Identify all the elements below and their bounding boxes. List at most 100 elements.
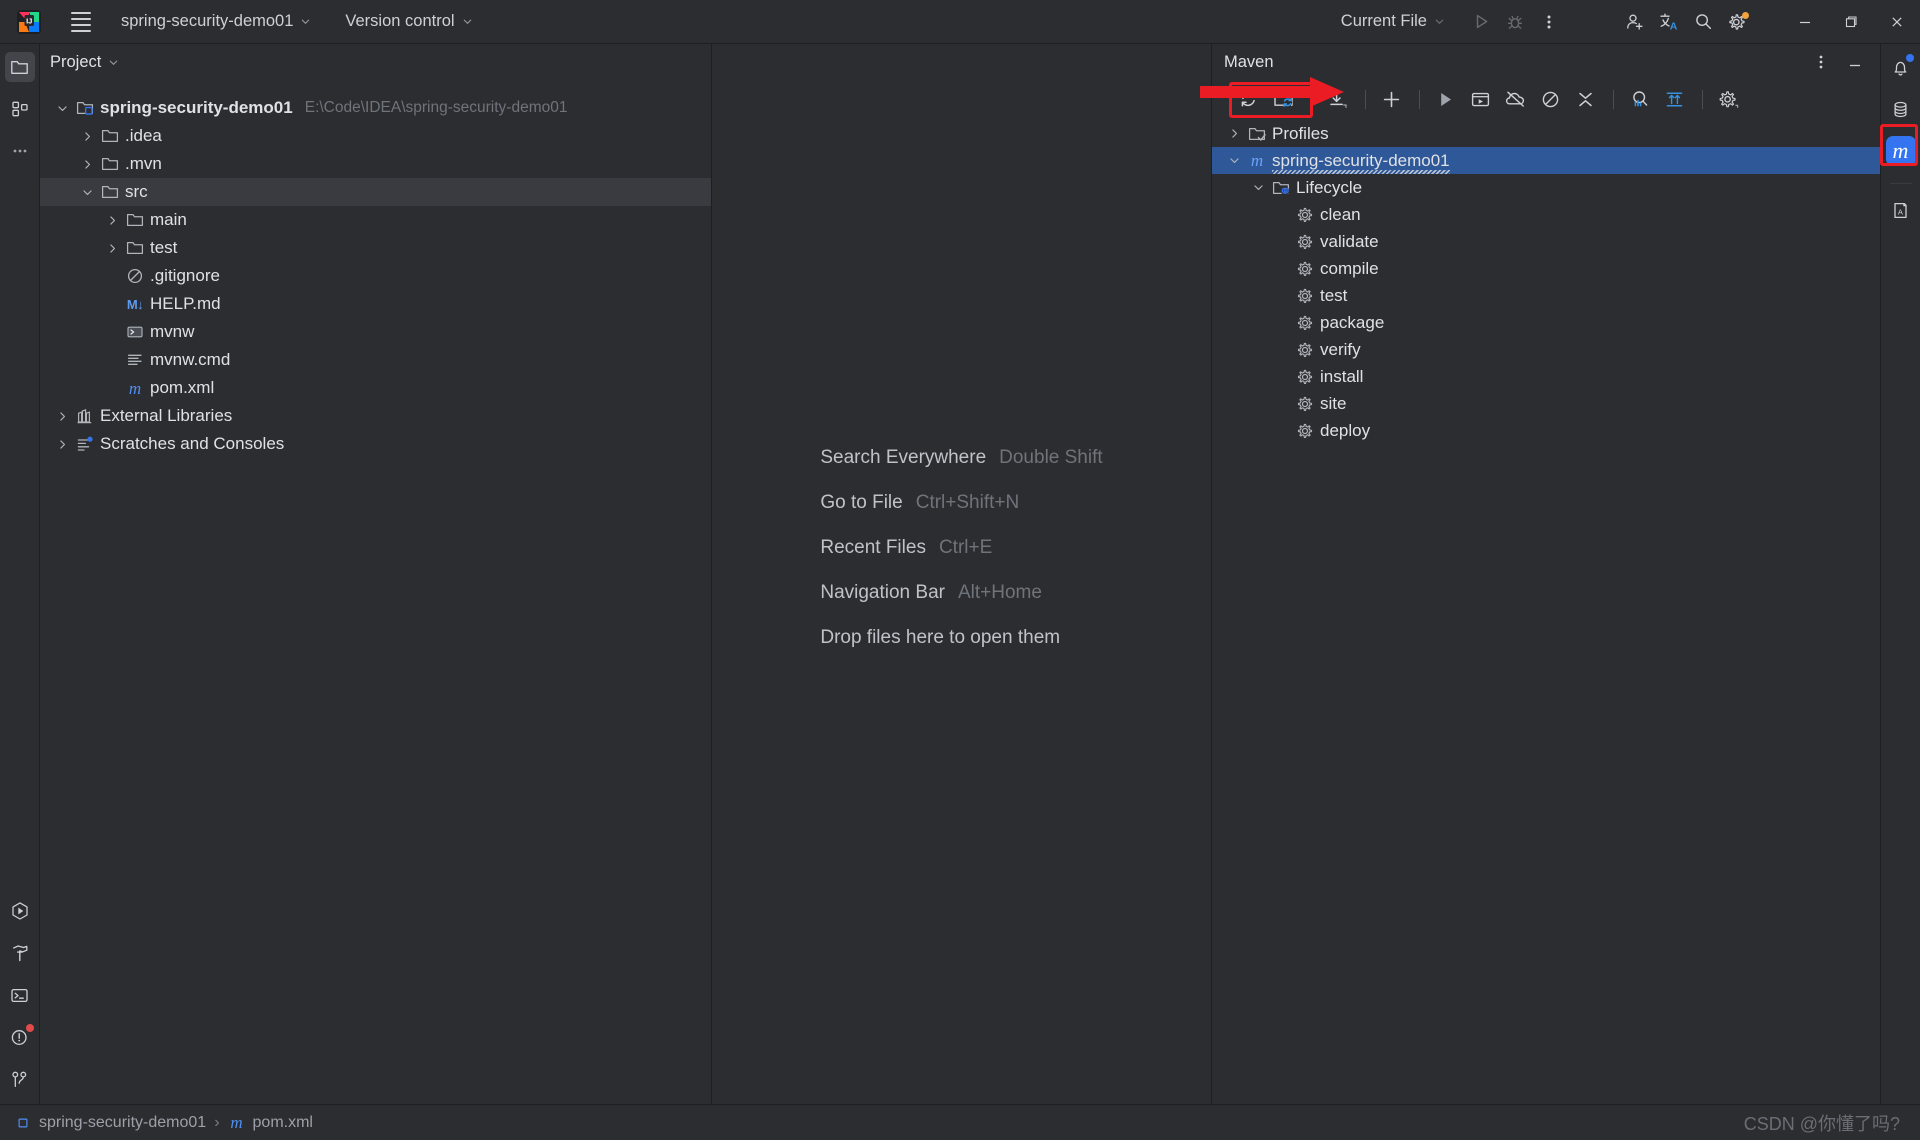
run-maven-build-icon[interactable]: [1429, 84, 1461, 114]
tree-expand-arrow[interactable]: [104, 212, 120, 228]
tree-expand-arrow[interactable]: [1250, 180, 1266, 196]
add-user-icon[interactable]: [1618, 7, 1652, 37]
project-tree-row[interactable]: External Libraries: [40, 402, 711, 430]
tree-expand-arrow[interactable]: [79, 156, 95, 172]
build-tool-icon[interactable]: [5, 938, 35, 968]
main-area: Project spring-security-demo01 E:\Code\ID…: [0, 44, 1920, 1104]
minimize-button[interactable]: [1782, 0, 1828, 44]
git-tool-icon[interactable]: [5, 1064, 35, 1094]
project-panel-title-button[interactable]: Project: [50, 53, 119, 72]
project-tree-row[interactable]: spring-security-demo01 E:\Code\IDEA\sprin…: [40, 94, 711, 122]
debug-icon[interactable]: [1498, 7, 1532, 37]
breadcrumb[interactable]: spring-security-demo01 › m pom.xml: [14, 1114, 313, 1132]
project-tree-row-label: HELP.md: [150, 294, 221, 313]
project-tool-icon[interactable]: [4, 52, 35, 82]
expand-dependencies-icon[interactable]: [1658, 84, 1690, 114]
close-button[interactable]: [1874, 0, 1920, 44]
tree-expand-arrow[interactable]: [54, 100, 70, 116]
structure-tool-icon[interactable]: [5, 94, 35, 124]
terminal-tool-icon[interactable]: [5, 980, 35, 1010]
project-tree-row-label: Scratches and Consoles: [100, 434, 285, 453]
title-bar: IJ spring-security-demo01 Version contro…: [0, 0, 1920, 44]
execute-maven-goal-icon[interactable]: [1464, 84, 1496, 114]
dictionary-icon[interactable]: A: [1886, 195, 1916, 225]
left-tool-stripe: [0, 44, 40, 1104]
maven-tree-row[interactable]: Profiles: [1212, 120, 1880, 147]
project-tree-row-label: spring-security-demo01: [100, 98, 293, 117]
toggle-offline-mode-icon[interactable]: [1499, 84, 1531, 114]
more-vertical-icon[interactable]: [1532, 7, 1566, 37]
maven-icon[interactable]: m: [1885, 136, 1916, 166]
maven-tree-row[interactable]: site: [1212, 390, 1880, 417]
reload-all-maven-projects-icon[interactable]: [1232, 84, 1264, 114]
tree-expand-arrow[interactable]: [54, 436, 70, 452]
maven-toolbar: [1212, 80, 1880, 118]
tree-expand-arrow[interactable]: [104, 240, 120, 256]
editor-hint-shortcut: Ctrl+E: [938, 536, 993, 558]
run-tool-icon[interactable]: [5, 896, 35, 926]
maven-tree-row[interactable]: compile: [1212, 255, 1880, 282]
project-tree-row[interactable]: test: [40, 234, 711, 262]
maven-settings-icon[interactable]: [1712, 84, 1744, 114]
project-tree-row-label: src: [125, 182, 148, 201]
tree-expand-arrow[interactable]: [79, 128, 95, 144]
project-tree-row[interactable]: m pom.xml: [40, 374, 711, 402]
project-tree-row[interactable]: main: [40, 206, 711, 234]
editor-hint-shortcut: Ctrl+Shift+N: [915, 491, 1020, 513]
maven-pom-icon: m: [128, 378, 142, 398]
project-selector[interactable]: spring-security-demo01: [112, 8, 320, 36]
database-icon[interactable]: [1886, 94, 1916, 124]
tree-expand-arrow[interactable]: [54, 408, 70, 424]
project-tree-row[interactable]: Scratches and Consoles: [40, 430, 711, 458]
maximize-button[interactable]: [1828, 0, 1874, 44]
module-icon: [14, 1114, 32, 1132]
version-control-widget[interactable]: Version control: [336, 8, 481, 36]
maven-tree-row[interactable]: m spring-security-demo01: [1212, 147, 1880, 174]
add-icon[interactable]: [1375, 84, 1407, 114]
search-icon[interactable]: [1686, 7, 1720, 37]
gear-icon[interactable]: [1720, 7, 1754, 37]
tree-expand-arrow[interactable]: [79, 184, 95, 200]
translate-icon[interactable]: A: [1652, 7, 1686, 37]
tree-expand-arrow[interactable]: [1226, 126, 1242, 142]
project-tree-row[interactable]: .idea: [40, 122, 711, 150]
maven-tree-row[interactable]: test: [1212, 282, 1880, 309]
project-tree-row[interactable]: mvnw: [40, 318, 711, 346]
maven-tree-row[interactable]: validate: [1212, 228, 1880, 255]
collapse-all-icon[interactable]: [1569, 84, 1601, 114]
breadcrumb-item[interactable]: spring-security-demo01: [14, 1114, 206, 1132]
run-configuration-selector[interactable]: Current File: [1332, 8, 1454, 36]
maven-tree-row[interactable]: install: [1212, 363, 1880, 390]
add-maven-project-icon[interactable]: [1267, 84, 1299, 114]
maven-tree-row-label: install: [1320, 366, 1364, 386]
maven-tree-row[interactable]: verify: [1212, 336, 1880, 363]
project-tree-row[interactable]: mvnw.cmd: [40, 346, 711, 374]
more-tool-windows-icon[interactable]: [5, 136, 35, 166]
project-tree-row[interactable]: .mvn: [40, 150, 711, 178]
maven-tree-row[interactable]: deploy: [1212, 417, 1880, 444]
notifications-icon[interactable]: [1886, 52, 1916, 82]
problems-tool-icon[interactable]: [5, 1022, 35, 1052]
project-tree-row[interactable]: src: [40, 178, 711, 206]
right-stripe-divider: [1889, 183, 1912, 184]
project-tree-row-label: External Libraries: [100, 406, 233, 425]
maven-projects-tree[interactable]: Profiles m spring-security-demo01 Lifecycle…: [1212, 118, 1880, 1104]
project-tree[interactable]: spring-security-demo01 E:\Code\IDEA\sprin…: [40, 80, 711, 1104]
maven-tree-row[interactable]: clean: [1212, 201, 1880, 228]
markdown-icon: M↓: [126, 296, 144, 312]
project-tree-row[interactable]: M↓ HELP.md: [40, 290, 711, 318]
main-menu-button[interactable]: [66, 7, 96, 37]
show-dependencies-icon[interactable]: [1623, 84, 1655, 114]
maven-hide-icon[interactable]: [1838, 47, 1872, 77]
download-sources-icon[interactable]: [1321, 84, 1353, 114]
maven-tree-row[interactable]: package: [1212, 309, 1880, 336]
editor-hint-shortcut: Double Shift: [999, 446, 1103, 468]
project-tree-row[interactable]: .gitignore: [40, 262, 711, 290]
tree-expand-arrow[interactable]: [1226, 153, 1242, 169]
breadcrumb-item[interactable]: m pom.xml: [228, 1114, 313, 1132]
run-icon[interactable]: [1464, 7, 1498, 37]
editor-empty-state: Search Everywhere Double Shift Go to File C…: [712, 44, 1212, 1104]
maven-tree-row[interactable]: Lifecycle: [1212, 174, 1880, 201]
toggle-skip-tests-icon[interactable]: [1534, 84, 1566, 114]
maven-options-icon[interactable]: [1804, 47, 1838, 77]
